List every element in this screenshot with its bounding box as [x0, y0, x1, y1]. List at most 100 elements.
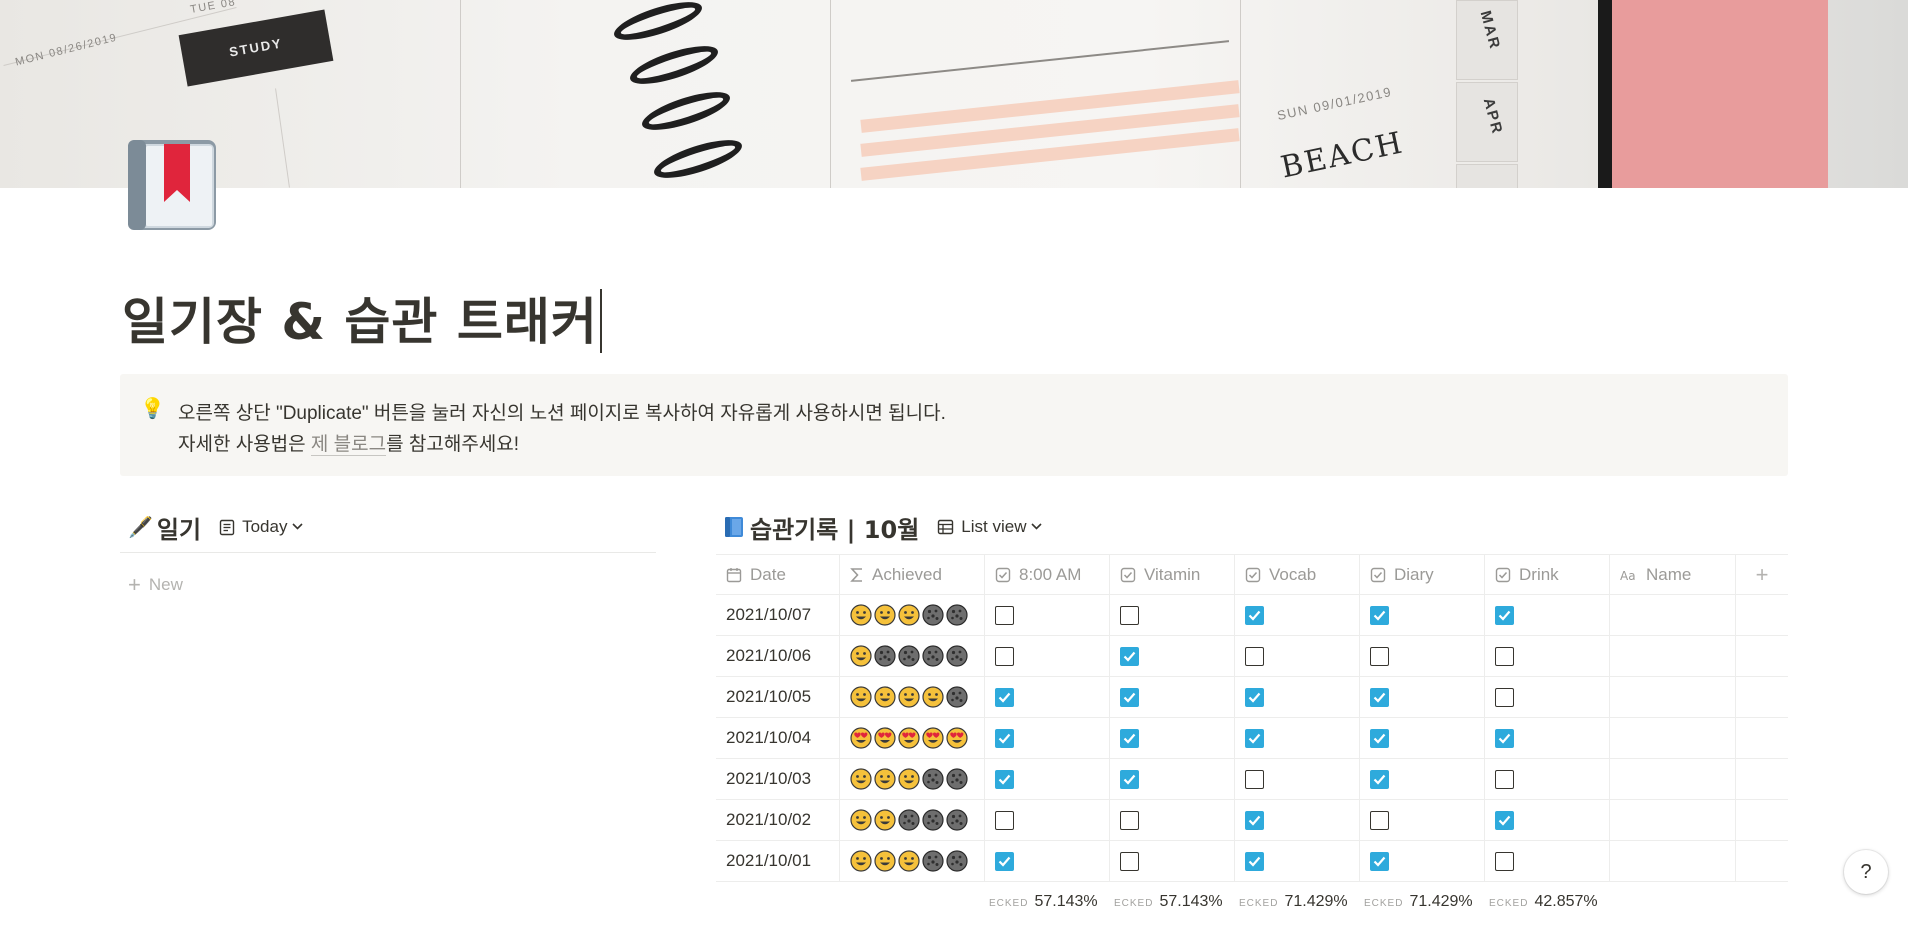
table-row[interactable]: 2021/10/04 [716, 718, 1788, 759]
checkbox-unchecked[interactable] [1245, 769, 1264, 789]
checkbox-checked[interactable] [1495, 605, 1514, 625]
heart-eyes-face-icon [898, 727, 920, 749]
diary-view-selector[interactable]: Today [219, 517, 310, 537]
checkbox-checked[interactable] [1245, 605, 1264, 625]
column-header-vitamin[interactable]: Vitamin [1110, 555, 1235, 594]
document-icon [219, 519, 235, 535]
calculation-vocab[interactable]: ECKED 71.429% [1239, 893, 1348, 915]
column-header-800am[interactable]: 8:00 AM [985, 555, 1110, 594]
column-header-vocab[interactable]: Vocab [1235, 555, 1360, 594]
table-icon [938, 519, 954, 535]
blog-link[interactable]: 제 블로그 [310, 434, 387, 456]
callout-block[interactable]: 💡 오른쪽 상단 "Duplicate" 버튼을 눌러 자신의 노션 페이지로 … [120, 374, 1788, 476]
checkbox-unchecked[interactable] [1120, 810, 1139, 830]
checkbox-checked[interactable] [995, 728, 1014, 748]
habits-view-selector[interactable]: List view [937, 517, 1049, 537]
date-cell[interactable]: 2021/10/04 [716, 718, 840, 758]
calculation-800am[interactable]: ECKED 57.143% [989, 893, 1098, 915]
achieved-cell [840, 759, 985, 799]
checkbox-checked[interactable] [995, 687, 1014, 707]
checkbox-checked[interactable] [1245, 851, 1264, 871]
checkbox-property-icon [1495, 567, 1511, 582]
checkbox-checked[interactable] [1370, 728, 1389, 748]
checkbox-checked[interactable] [1245, 687, 1264, 707]
column-header-date[interactable]: Date [716, 555, 840, 594]
page-title[interactable]: 일기장 & 습관 트래커 [122, 282, 602, 354]
checkbox-unchecked[interactable] [1370, 646, 1389, 666]
name-cell[interactable] [1610, 759, 1736, 799]
cookie-icon [922, 604, 944, 626]
calculation-drink[interactable]: ECKED 42.857% [1489, 893, 1598, 915]
date-cell[interactable]: 2021/10/06 [716, 636, 840, 676]
date-cell[interactable]: 2021/10/01 [716, 841, 840, 881]
diary-heading[interactable]: 일기 [157, 510, 201, 545]
heart-eyes-face-icon [874, 727, 896, 749]
checkbox-checked[interactable] [1370, 687, 1389, 707]
checkbox-unchecked[interactable] [1245, 646, 1264, 666]
checkbox-checked[interactable] [1120, 769, 1139, 789]
smiley-face-icon [850, 850, 872, 872]
calculation-diary[interactable]: ECKED 71.429% [1364, 893, 1473, 915]
checkbox-unchecked[interactable] [995, 605, 1014, 625]
checkbox-unchecked[interactable] [1495, 646, 1514, 666]
book-icon[interactable] [124, 136, 220, 236]
date-cell[interactable]: 2021/10/02 [716, 800, 840, 840]
name-cell[interactable] [1610, 800, 1736, 840]
table-row[interactable]: 2021/10/06 [716, 636, 1788, 677]
checkbox-cell-diary [1360, 595, 1485, 635]
checkbox-unchecked[interactable] [1120, 605, 1139, 625]
habits-heading[interactable]: 습관기록 | 10월 [750, 510, 919, 545]
checkbox-checked[interactable] [1120, 728, 1139, 748]
name-cell[interactable] [1610, 677, 1736, 717]
name-cell[interactable] [1610, 718, 1736, 758]
table-row[interactable]: 2021/10/02 [716, 800, 1788, 841]
checkbox-checked[interactable] [1245, 728, 1264, 748]
checkbox-checked[interactable] [1370, 769, 1389, 789]
checkbox-unchecked[interactable] [995, 646, 1014, 666]
empty-cell [1736, 595, 1788, 635]
empty-cell [1736, 800, 1788, 840]
smiley-face-icon [850, 604, 872, 626]
column-header-name[interactable]: Aa Name [1610, 555, 1736, 594]
column-header-diary[interactable]: Diary [1360, 555, 1485, 594]
checkbox-cell-drink [1485, 636, 1610, 676]
date-cell[interactable]: 2021/10/03 [716, 759, 840, 799]
checkbox-unchecked[interactable] [1495, 687, 1514, 707]
checkbox-checked[interactable] [995, 769, 1014, 789]
checkbox-checked[interactable] [1370, 605, 1389, 625]
checkbox-unchecked[interactable] [1370, 810, 1389, 830]
calculation-label: ECKED [1114, 898, 1154, 909]
date-cell[interactable]: 2021/10/05 [716, 677, 840, 717]
checkbox-checked[interactable] [1495, 728, 1514, 748]
achieved-cell [840, 841, 985, 881]
checkbox-checked[interactable] [1370, 851, 1389, 871]
heart-eyes-face-icon [922, 727, 944, 749]
checkbox-checked[interactable] [1495, 810, 1514, 830]
checkbox-checked[interactable] [995, 851, 1014, 871]
table-row[interactable]: 2021/10/01 [716, 841, 1788, 882]
checkbox-unchecked[interactable] [1495, 769, 1514, 789]
table-row[interactable]: 2021/10/07 [716, 595, 1788, 636]
name-cell[interactable] [1610, 595, 1736, 635]
column-header-drink[interactable]: Drink [1485, 555, 1610, 594]
checkbox-checked[interactable] [1120, 646, 1139, 666]
table-row[interactable]: 2021/10/03 [716, 759, 1788, 800]
checkbox-unchecked[interactable] [1120, 851, 1139, 871]
add-column-button[interactable]: + [1736, 555, 1788, 594]
checkbox-checked[interactable] [1120, 687, 1139, 707]
help-button[interactable]: ? [1844, 850, 1888, 894]
new-diary-button[interactable]: + New [128, 572, 183, 598]
table-row[interactable]: 2021/10/05 [716, 677, 1788, 718]
date-cell[interactable]: 2021/10/07 [716, 595, 840, 635]
name-cell[interactable] [1610, 636, 1736, 676]
table-body: 2021/10/07 2021/10/06 2021/10/05 2021/10/04… [716, 595, 1788, 882]
empty-cell [1736, 677, 1788, 717]
calculation-vitamin[interactable]: ECKED 57.143% [1114, 893, 1223, 915]
column-header-achieved[interactable]: Achieved [840, 555, 985, 594]
checkbox-unchecked[interactable] [995, 810, 1014, 830]
smiley-face-icon [874, 604, 896, 626]
checkbox-checked[interactable] [1245, 810, 1264, 830]
name-cell[interactable] [1610, 841, 1736, 881]
smiley-face-icon [850, 809, 872, 831]
checkbox-unchecked[interactable] [1495, 851, 1514, 871]
